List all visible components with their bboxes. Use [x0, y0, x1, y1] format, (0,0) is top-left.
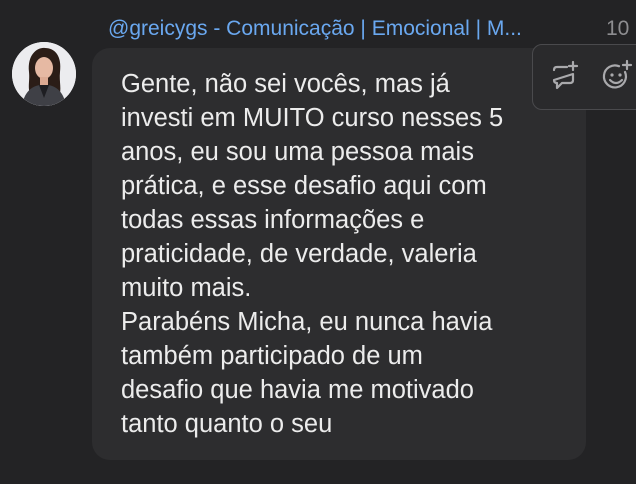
message-text: Gente, não sei vocês, mas já investi em …	[121, 67, 571, 441]
message-line: também participado de um	[121, 342, 423, 370]
add-comment-button[interactable]	[547, 59, 583, 95]
chat-view: @greicygs - Comunicação | Emocional | M.…	[0, 0, 636, 484]
message-line: Parabéns Micha, eu nunca havia	[121, 308, 493, 336]
add-reaction-icon	[602, 59, 633, 89]
message-line: desafio que havia me motivado	[121, 376, 474, 404]
message-line: praticidade, de verdade, valeria	[121, 240, 477, 268]
message-line: Gente, não sei vocês, mas já	[121, 70, 450, 98]
message-line: tanto quanto o seu	[121, 410, 333, 438]
message-line: prática, e esse desafio aqui com	[121, 172, 487, 200]
add-comment-icon	[552, 60, 579, 90]
avatar[interactable]	[12, 42, 76, 106]
avatar-photo	[12, 42, 76, 106]
message-line: todas essas informações e	[121, 206, 425, 234]
message-line: investi em MUITO curso nesses 5	[121, 104, 504, 132]
message-line: anos, eu sou uma pessoa mais	[121, 138, 474, 166]
message-line: muito mais.	[121, 274, 252, 302]
add-reaction-button[interactable]	[599, 59, 635, 95]
sender-name[interactable]: @greicygs - Comunicação | Emocional | M.…	[108, 17, 598, 41]
message-actions-toolbar	[532, 44, 636, 110]
message-time: 10	[606, 17, 630, 40]
